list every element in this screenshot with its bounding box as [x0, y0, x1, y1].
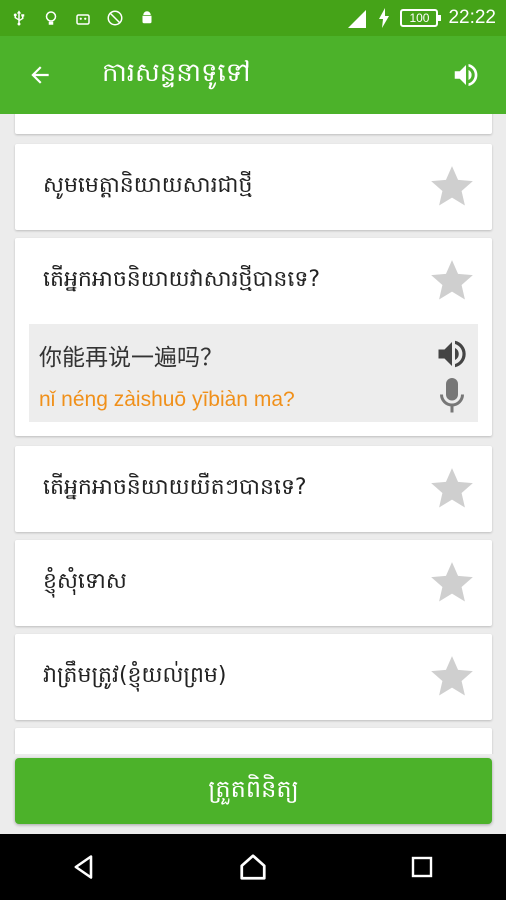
home-icon — [240, 854, 266, 880]
list-item-expanded[interactable]: តើអ្នកអាចនិយាយវាសារថ្មីបានទេ? 你能再说一遍吗？ n… — [15, 238, 492, 436]
quiz-button[interactable]: ត្រួតពិនិត្យ — [15, 758, 492, 824]
translation-panel: 你能再说一遍吗？ nǐ néng zàishuō yībiàn ma? — [29, 324, 478, 422]
list-item-partial[interactable] — [15, 728, 492, 754]
favorite-button[interactable] — [412, 540, 492, 626]
chinese-translation: 你能再说一遍吗？ — [39, 345, 223, 371]
favorite-button[interactable] — [412, 144, 492, 230]
signal-icon — [348, 10, 367, 28]
phrase-list[interactable]: សូមមេត្តានិយាយសារជាថ្មី តើអ្នកអាចនិយាយវា… — [0, 114, 506, 754]
no-sim-icon — [107, 10, 123, 26]
pinyin-text: nǐ néng zàishuō yībiàn ma? — [39, 388, 295, 411]
star-icon — [431, 260, 473, 300]
record-button[interactable] — [440, 378, 464, 418]
android-icon — [142, 11, 152, 24]
list-item[interactable]: វាត្រឹមត្រូវ(ខ្ញុំយល់ព្រម) — [15, 634, 492, 720]
microphone-icon — [440, 378, 464, 413]
usb-icon — [13, 10, 25, 26]
bulb-icon — [45, 11, 57, 25]
phrase-text: វាត្រឹមត្រូវ(ខ្ញុំយល់ព្រម) — [43, 663, 227, 688]
volume-icon — [454, 64, 478, 86]
star-icon — [431, 468, 473, 508]
favorite-button[interactable] — [412, 634, 492, 720]
nav-recents-button[interactable] — [392, 837, 452, 897]
phrase-text: តើអ្នកអាចនិយាយវាសារថ្មីបានទេ? — [43, 267, 321, 292]
system-nav-bar — [0, 834, 506, 900]
star-icon — [431, 562, 473, 602]
app-bar: ការសន្ទនាទូទៅ — [0, 36, 506, 114]
favorite-button[interactable] — [412, 446, 492, 532]
phrase-text: ខ្ញុំសុំទោស — [43, 569, 127, 594]
back-triangle-icon — [74, 855, 93, 879]
sound-toggle-button[interactable] — [426, 36, 506, 114]
notification-icons — [10, 9, 156, 27]
nav-back-button[interactable] — [54, 837, 114, 897]
battery-indicator: 100 — [400, 9, 442, 27]
back-button[interactable] — [0, 36, 80, 114]
recents-square-icon — [411, 856, 432, 878]
phrase-text: តើអ្នកអាចនិយាយយឺតៗបានទេ? — [43, 475, 307, 500]
list-item-partial[interactable] — [15, 114, 492, 134]
status-bar: 100 22:22 — [0, 0, 506, 36]
nav-home-button[interactable] — [223, 837, 283, 897]
list-item[interactable]: សូមមេត្តានិយាយសារជាថ្មី — [15, 144, 492, 230]
speaker-icon — [438, 340, 466, 368]
star-icon — [431, 656, 473, 696]
list-item[interactable]: ខ្ញុំសុំទោស — [15, 540, 492, 626]
charging-icon — [379, 8, 390, 28]
status-time: 22:22 — [448, 7, 496, 28]
phrase-text: សូមមេត្តានិយាយសារជាថ្មី — [43, 173, 253, 198]
page-title: ការសន្ទនាទូទៅ — [102, 58, 251, 88]
play-audio-button[interactable] — [434, 336, 470, 376]
star-icon — [431, 166, 473, 206]
arrow-back-icon — [31, 66, 49, 84]
favorite-button[interactable] — [412, 238, 492, 324]
battery-level: 100 — [409, 11, 430, 25]
android-debug-icon — [76, 14, 90, 25]
list-item[interactable]: តើអ្នកអាចនិយាយយឺតៗបានទេ? — [15, 446, 492, 532]
